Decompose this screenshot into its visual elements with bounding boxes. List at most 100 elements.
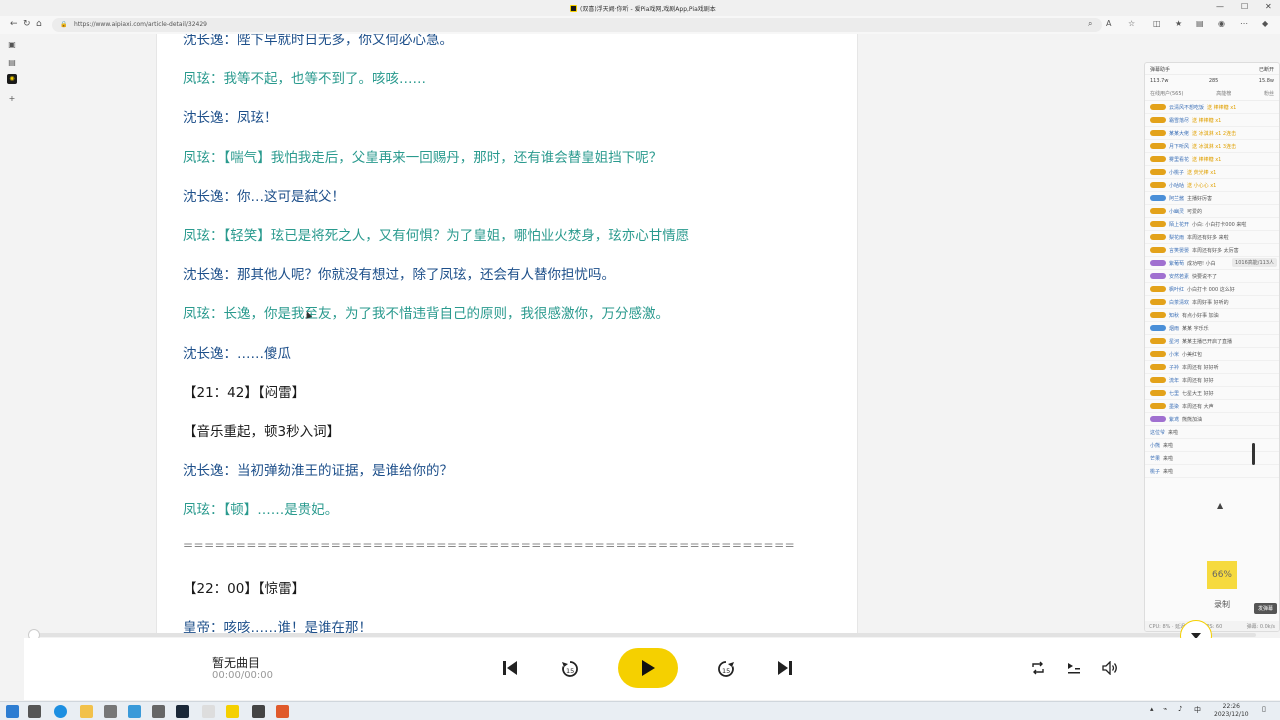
collections-icon[interactable]: ▤ (1196, 19, 1204, 28)
volume-percent[interactable]: 66% (1207, 561, 1237, 589)
close-icon[interactable]: ✕ (1265, 2, 1272, 11)
danmaku-user-name[interactable]: 桃子 (1150, 468, 1160, 475)
favorites-icon[interactable]: ★ (1175, 19, 1182, 28)
send-comment-button[interactable]: 发弹幕 (1253, 603, 1277, 614)
refresh-icon[interactable]: ↻ (23, 19, 31, 29)
minimize-icon[interactable]: — (1216, 2, 1224, 11)
danmaku-user-name[interactable]: 紫鸢 (1169, 416, 1179, 423)
danmaku-user-name[interactable]: 小米 (1169, 351, 1179, 358)
notification-icon[interactable]: ▯ (1262, 705, 1266, 713)
player-progress-bar[interactable] (28, 629, 1256, 641)
store-icon[interactable] (128, 705, 141, 718)
danmaku-user-name[interactable]: 阿兰酱 (1169, 195, 1184, 202)
danmaku-message: 小白打卡 000 这么好 (1187, 286, 1235, 293)
fan-badge (1150, 234, 1166, 240)
script-line: 沈长逸：凤玹！ (183, 110, 278, 127)
read-aloud-icon[interactable]: A (1106, 19, 1111, 28)
danmaku-user-name[interactable]: 枫叶红 (1169, 286, 1184, 293)
task-view-icon[interactable] (28, 705, 41, 718)
home-icon[interactable]: ⌂ (36, 19, 42, 29)
fan-badge (1150, 338, 1166, 344)
play-button[interactable] (618, 648, 678, 688)
playlist-button[interactable] (1064, 658, 1084, 678)
danmaku-user-name[interactable]: 小幽灵 (1169, 208, 1184, 215)
fan-badge (1150, 390, 1166, 396)
danmaku-user-name[interactable]: 流年 (1169, 377, 1179, 384)
aipiaxi-app-icon[interactable] (226, 705, 239, 718)
danmaku-user-name[interactable]: 这位爷 (1150, 429, 1165, 436)
danmaku-user-name[interactable]: 霜雪落尽 (1169, 117, 1189, 124)
url-field[interactable]: 🔒 https://www.aipiaxi.com/article-detail… (52, 18, 1102, 32)
clock-date: 2023/12/10 (1214, 711, 1249, 718)
playlist-icon (1068, 663, 1080, 674)
danmaku-user-name[interactable]: 墨染 (1169, 403, 1179, 410)
rewind-15-button[interactable]: 15 (558, 657, 582, 681)
danmaku-user-name[interactable]: 子衿 (1169, 364, 1179, 371)
zoom-icon[interactable]: ⌕ (1088, 19, 1092, 29)
favorite-star-icon[interactable]: ☆ (1128, 19, 1135, 28)
media-icon[interactable] (152, 705, 165, 718)
edge-browser-icon[interactable] (54, 705, 67, 718)
danmaku-user-name[interactable]: 芒果 (1150, 455, 1160, 462)
tab-online-users[interactable]: 在线用户(565) (1150, 90, 1183, 97)
danmaku-row: 霜雪落尽送 棒棒糖 x1 (1145, 114, 1279, 127)
app-icon[interactable] (104, 705, 117, 718)
live-tabs: 在线用户(565) 高能榜 粉丝 (1145, 87, 1279, 101)
danmaku-user-name[interactable]: 月下听风 (1169, 143, 1189, 150)
danmaku-user-name[interactable]: 知秋 (1169, 312, 1179, 319)
profile-icon[interactable]: ◉ (1218, 19, 1225, 28)
danmaku-user-name[interactable]: 某某大佬 (1169, 130, 1189, 137)
next-track-button[interactable] (775, 658, 795, 678)
fan-badge (1150, 169, 1166, 175)
fan-badge (1150, 299, 1166, 305)
back-icon[interactable]: ← (10, 19, 18, 29)
danmaku-user-name[interactable]: 紫葡萄 (1169, 260, 1184, 267)
danmaku-user-name[interactable]: 星河 (1169, 338, 1179, 345)
script-line: 沈长逸：……傻瓜 (183, 345, 291, 362)
record-button[interactable]: 录制 (1207, 599, 1237, 610)
danmaku-user-name[interactable]: 梨花雨 (1169, 234, 1184, 241)
danmaku-user-name[interactable]: 陌上花开 (1169, 221, 1189, 228)
volume-button[interactable] (1100, 658, 1120, 678)
tab-high-energy[interactable]: 高能榜 (1216, 90, 1231, 97)
danmaku-user-name[interactable]: 白茶清欢 (1169, 299, 1189, 306)
repeat-button[interactable] (1028, 658, 1048, 678)
danmaku-scrollbar[interactable] (1252, 443, 1255, 465)
previous-track-button[interactable] (500, 658, 520, 678)
copilot-icon[interactable]: ◆ (1262, 19, 1268, 28)
danmaku-user-name[interactable]: 七里 (1169, 390, 1179, 397)
obs-icon[interactable] (252, 705, 265, 718)
extensions-icon[interactable]: ⋯ (1240, 19, 1248, 28)
maximize-icon[interactable]: ☐ (1241, 2, 1248, 11)
viewer-count: 113.7w (1150, 78, 1169, 84)
tab-list-icon[interactable]: ▤ (7, 58, 17, 68)
tab-actions-icon[interactable]: ▣ (7, 40, 17, 50)
danmaku-row: 这位爷 来啦 (1145, 426, 1279, 439)
danmaku-user-name[interactable]: 云清风不想吃饭 (1169, 104, 1204, 111)
ime-indicator[interactable]: 中 (1194, 705, 1201, 715)
windows-start-icon[interactable] (6, 705, 19, 718)
danmaku-user-name[interactable]: 小桃子 (1169, 169, 1184, 176)
tray-chevron-icon[interactable]: ▴ (1150, 705, 1154, 713)
steam-icon[interactable] (176, 705, 189, 718)
danmaku-row: 小幽灵 可爱的 (1145, 205, 1279, 218)
tab-fans[interactable]: 粉丝 (1264, 90, 1274, 97)
danmaku-user-name[interactable]: 小咕咕 (1169, 182, 1184, 189)
forward-15-button[interactable]: 15 (714, 657, 738, 681)
taskbar-clock[interactable]: 22:26 2023/12/10 (1214, 703, 1249, 719)
danmaku-user-name[interactable]: 雾里看花 (1169, 156, 1189, 163)
new-tab-icon[interactable]: + (7, 94, 17, 104)
danmaku-user-name[interactable]: 安然若素 (1169, 273, 1189, 280)
danmaku-user-name[interactable]: 言笑晏晏 (1169, 247, 1189, 254)
file-explorer-icon[interactable] (80, 705, 93, 718)
danmaku-user-name[interactable]: 小熊 (1150, 442, 1160, 449)
speaker-icon[interactable]: ♪ (1178, 705, 1182, 713)
network-icon[interactable]: ⌁ (1163, 705, 1167, 713)
scroll-up-icon[interactable]: ▲ (1217, 501, 1223, 510)
script-line: 凤玹：【轻笑】玹已是将死之人，又有何惧？为了皇姐，哪怕业火焚身，玹亦心甘情愿 (183, 228, 690, 244)
danmaku-user-name[interactable]: 烟雨 (1169, 325, 1179, 332)
app-red-icon[interactable] (276, 705, 289, 718)
split-screen-icon[interactable]: ◫ (1153, 19, 1161, 28)
notepad-icon[interactable] (202, 705, 215, 718)
tab-active-icon[interactable]: ◉ (7, 74, 17, 84)
